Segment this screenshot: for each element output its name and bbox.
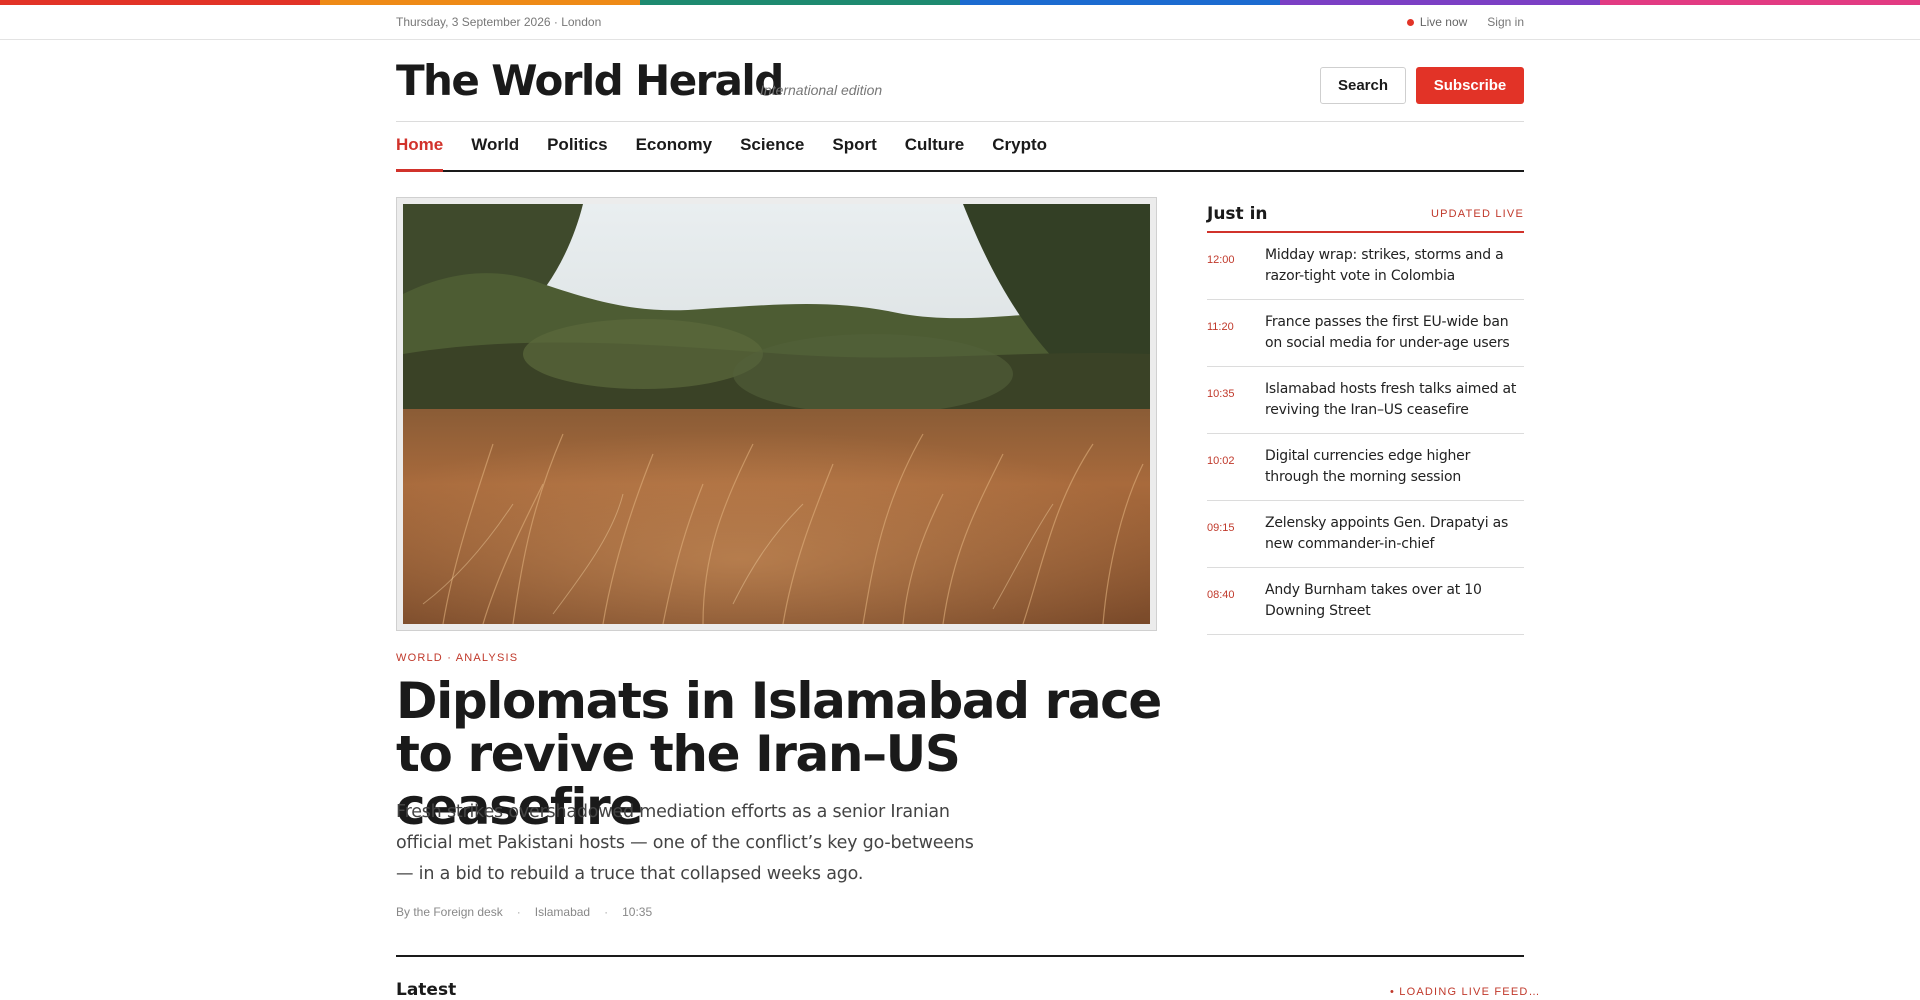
nav-item-politics[interactable]: Politics — [547, 122, 607, 170]
subscribe-button[interactable]: Subscribe — [1416, 67, 1524, 104]
nav-item-world[interactable]: World — [471, 122, 519, 170]
lead-standfirst: Fresh strikes overshadowed mediation eff… — [396, 802, 974, 884]
live-now-link[interactable]: Live now — [1406, 15, 1468, 29]
list-item[interactable]: 12:00 Midday wrap: strikes, storms and a… — [1207, 233, 1524, 300]
article-kicker[interactable]: WORLD · ANALYSIS — [396, 652, 518, 664]
list-item[interactable]: 10:35 Islamabad hosts fresh talks aimed … — [1207, 367, 1524, 434]
sign-in-link[interactable]: Sign in — [1487, 15, 1524, 29]
date-location: Thursday, 3 September 2026 · London — [396, 15, 602, 29]
byline-separator: · — [516, 905, 521, 919]
list-item[interactable]: 08:40 Andy Burnham takes over at 10 Down… — [1207, 568, 1524, 635]
list-item[interactable]: 09:15 Zelensky appoints Gen. Drapatyi as… — [1207, 501, 1524, 568]
item-headline[interactable]: Digital currencies edge higher through t… — [1265, 446, 1524, 488]
byline-location: Islamabad — [534, 905, 591, 919]
item-headline[interactable]: Andy Burnham takes over at 10 Downing St… — [1265, 580, 1524, 622]
item-headline[interactable]: France passes the first EU-wide ban on s… — [1265, 312, 1524, 354]
live-feed-status: • LOADING LIVE FEED… — [1390, 986, 1541, 998]
live-now-label: Live now — [1419, 15, 1468, 29]
byline-time: 10:35 — [622, 905, 653, 919]
main-nav: Home World Politics Economy Science Spor… — [396, 122, 1524, 172]
item-time: 10:35 — [1207, 388, 1235, 400]
lead-image-frame[interactable] — [396, 197, 1157, 631]
item-headline[interactable]: Zelensky appoints Gen. Drapatyi as new c… — [1265, 513, 1524, 555]
lead-image[interactable] — [403, 204, 1150, 624]
list-item[interactable]: 11:20 France passes the first EU-wide ba… — [1207, 300, 1524, 367]
item-time: 09:15 — [1207, 522, 1235, 534]
item-headline[interactable]: Midday wrap: strikes, storms and a razor… — [1265, 245, 1524, 287]
item-time: 08:40 — [1207, 589, 1235, 601]
search-button[interactable]: Search — [1320, 67, 1406, 104]
nav-item-science[interactable]: Science — [740, 122, 804, 170]
nav-item-economy[interactable]: Economy — [636, 122, 713, 170]
site-logo[interactable]: The World Herald — [396, 54, 784, 108]
utility-bar: Thursday, 3 September 2026 · London Live… — [0, 5, 1920, 40]
latest-section-title: Latest — [396, 980, 457, 1000]
item-time: 12:00 — [1207, 254, 1235, 266]
nav-item-culture[interactable]: Culture — [905, 122, 965, 170]
nav-item-home[interactable]: Home — [396, 122, 444, 172]
edition-label: International edition — [760, 82, 883, 98]
just-in-title: Just in — [1207, 204, 1268, 224]
byline-separator: · — [604, 905, 609, 919]
article-byline: By the Foreign desk · Islamabad · 10:35 — [396, 905, 652, 919]
masthead: The World Herald International edition S… — [396, 40, 1524, 122]
item-time: 11:20 — [1207, 321, 1234, 333]
just-in-list: 12:00 Midday wrap: strikes, storms and a… — [1207, 233, 1524, 635]
just-in-sidebar: Just in UPDATED LIVE 12:00 Midday wrap: … — [1207, 197, 1524, 635]
section-divider — [396, 955, 1524, 957]
list-item[interactable]: 10:02 Digital currencies edge higher thr… — [1207, 434, 1524, 501]
live-dot-icon — [1406, 18, 1414, 26]
nav-item-crypto[interactable]: Crypto — [992, 122, 1047, 170]
byline-author: By the Foreign desk — [396, 905, 503, 919]
item-headline[interactable]: Islamabad hosts fresh talks aimed at rev… — [1265, 379, 1524, 421]
just-in-header: Just in UPDATED LIVE — [1207, 197, 1524, 233]
updated-live-badge: UPDATED LIVE — [1430, 208, 1524, 220]
item-time: 10:02 — [1207, 455, 1235, 467]
nav-item-sport[interactable]: Sport — [832, 122, 876, 170]
